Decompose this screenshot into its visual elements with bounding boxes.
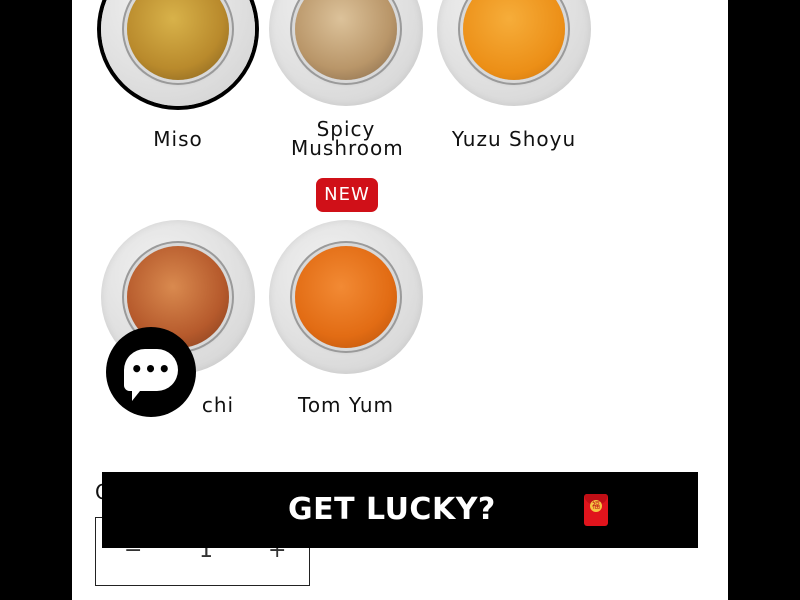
envelope-seal: 福 <box>590 500 602 512</box>
new-badge: NEW <box>316 178 378 212</box>
seasoning-bowl-image <box>127 0 229 80</box>
chat-launcher-button[interactable]: ••• <box>106 327 196 417</box>
flavor-plate <box>269 220 423 374</box>
flavor-label: Miso <box>153 127 203 151</box>
seasoning-bowl-image <box>463 0 565 80</box>
flavor-plate <box>437 0 591 106</box>
flavor-plate <box>101 0 255 106</box>
flavor-label: Spicy Mushroom <box>291 117 404 160</box>
flavor-plate <box>269 0 423 106</box>
seasoning-bowl-image <box>295 0 397 80</box>
seasoning-bowl-image <box>295 246 397 348</box>
flavor-label: Tom Yum <box>298 393 394 417</box>
red-envelope-icon: 福 <box>584 494 608 526</box>
banner-text: GET LUCKY? <box>288 492 496 527</box>
get-lucky-banner[interactable]: GET LUCKY? 福 <box>102 472 698 548</box>
flavor-label: Yuzu Shoyu <box>451 127 577 151</box>
chat-bubble-icon: ••• <box>124 349 178 401</box>
chat-dots: ••• <box>130 357 172 381</box>
